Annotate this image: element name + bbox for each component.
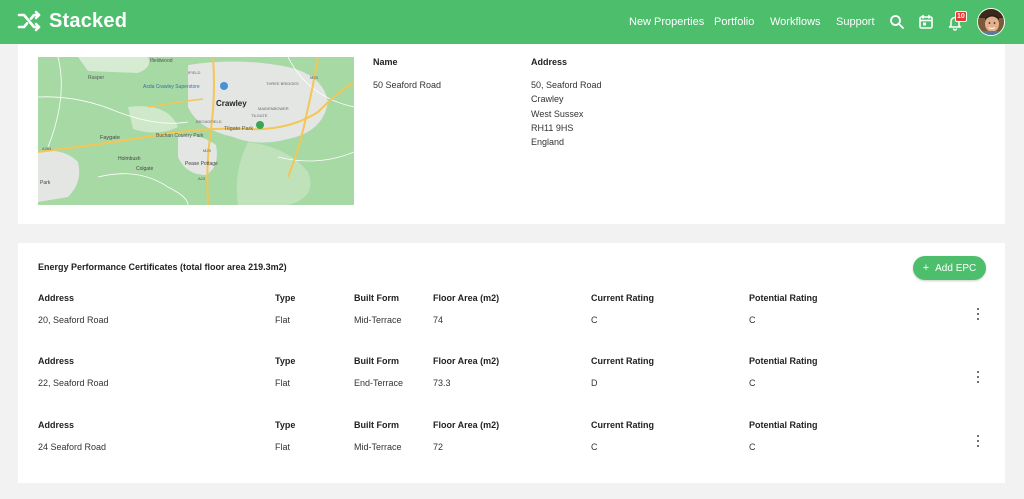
add-epc-label: Add EPC (935, 262, 977, 274)
address-line: RH11 9HS (531, 122, 574, 133)
col-header-built-form: Built Form (354, 356, 399, 366)
col-header-floor-area: Floor Area (m2) (433, 356, 500, 366)
nav-portfolio[interactable]: Portfolio (714, 16, 754, 28)
plus-icon: + (922, 262, 930, 274)
cell-potential-rating: C (749, 378, 756, 388)
map-label: Buchan Country Park (156, 133, 204, 139)
address-line: England (531, 137, 565, 148)
col-header-type: Type (275, 293, 296, 303)
map-label: Park (40, 180, 51, 186)
col-header-built-form: Built Form (354, 420, 399, 430)
map-label: BROADFIELD (196, 119, 222, 124)
map-label: Tilgate Park (224, 126, 253, 132)
col-header-built-form: Built Form (354, 293, 399, 303)
col-header-floor-area: Floor Area (m2) (433, 293, 500, 303)
kebab-menu-icon[interactable] (973, 434, 983, 448)
epc-row: Address Type Built Form Floor Area (m2) … (18, 356, 1005, 406)
map-label: IFIELD (188, 70, 201, 75)
cell-type: Flat (275, 442, 291, 452)
map-label: Holmbush (118, 156, 141, 162)
cell-type: Flat (275, 315, 291, 325)
shuffle-logo-icon (17, 10, 41, 32)
add-epc-button[interactable]: + Add EPC (913, 256, 986, 280)
address-label: Address (531, 57, 568, 67)
map-label: Ifieldwood (150, 58, 173, 64)
col-header-potential-rating: Potential Rating (749, 356, 818, 366)
col-header-address: Address (38, 293, 75, 303)
cell-floor-area: 73.3 (433, 378, 451, 388)
property-map[interactable]: Ifieldwood Rusper Asda Crawley Superstor… (38, 57, 354, 205)
calendar-icon[interactable] (917, 13, 935, 31)
notification-badge: 10 (955, 11, 967, 22)
name-label: Name (373, 57, 398, 67)
cell-address: 22, Seaford Road (38, 378, 109, 388)
cell-built-form: Mid-Terrace (354, 315, 402, 325)
top-navigation-bar: Stacked New Properties Portfolio Workflo… (0, 0, 1024, 44)
col-header-floor-area: Floor Area (m2) (433, 420, 500, 430)
brand-logo[interactable]: Stacked (17, 9, 127, 33)
cell-floor-area: 74 (433, 315, 444, 325)
col-header-type: Type (275, 420, 296, 430)
kebab-menu-icon[interactable] (973, 370, 983, 384)
address-block: 50, Seaford Road Crawley West Sussex RH1… (531, 78, 602, 149)
map-label: A264 (42, 146, 52, 151)
map-label: Colgate (136, 166, 153, 172)
map-label: THREE BRIDGES (266, 81, 299, 86)
property-name-value: 50 Seaford Road (373, 80, 442, 90)
epc-row: Address Type Built Form Floor Area (m2) … (18, 420, 1005, 470)
nav-workflows[interactable]: Workflows (770, 16, 821, 28)
address-line: Crawley (531, 94, 564, 105)
cell-current-rating: D (591, 378, 598, 388)
user-avatar[interactable] (977, 8, 1005, 36)
col-header-potential-rating: Potential Rating (749, 293, 818, 303)
brand-name: Stacked (49, 9, 128, 32)
epc-card: Energy Performance Certificates (total f… (18, 243, 1005, 483)
map-label: TILGATE (251, 113, 268, 118)
cell-floor-area: 72 (433, 442, 444, 452)
map-label: Pease Pottage (185, 161, 218, 167)
col-header-address: Address (38, 356, 75, 366)
map-label: M23 (203, 148, 212, 153)
col-header-address: Address (38, 420, 75, 430)
cell-current-rating: C (591, 315, 598, 325)
map-label: Faygate (100, 135, 120, 141)
col-header-current-rating: Current Rating (591, 420, 654, 430)
col-header-potential-rating: Potential Rating (749, 420, 818, 430)
map-label: Crawley (216, 99, 247, 108)
address-line: West Sussex (531, 108, 584, 119)
map-label: A23 (198, 176, 206, 181)
map-label: Rusper (88, 75, 104, 81)
kebab-menu-icon[interactable] (973, 307, 983, 321)
col-header-type: Type (275, 356, 296, 366)
nav-new-properties[interactable]: New Properties (629, 16, 704, 28)
property-details-card: Ifieldwood Rusper Asda Crawley Superstor… (18, 44, 1005, 224)
cell-address: 20, Seaford Road (38, 315, 109, 325)
nav-support[interactable]: Support (836, 16, 875, 28)
search-icon[interactable] (888, 13, 906, 31)
map-label: MAIDENBOWER (258, 106, 289, 111)
cell-type: Flat (275, 378, 291, 388)
cell-address: 24 Seaford Road (38, 442, 107, 452)
map-label: Asda Crawley Superstore (143, 84, 200, 90)
cell-built-form: Mid-Terrace (354, 442, 402, 452)
address-line: 50, Seaford Road (531, 80, 602, 90)
map-graphic: Ifieldwood Rusper Asda Crawley Superstor… (38, 57, 354, 205)
cell-built-form: End-Terrace (354, 378, 404, 388)
epc-row: Address Type Built Form Floor Area (m2) … (18, 293, 1005, 343)
cell-potential-rating: C (749, 315, 756, 325)
col-header-current-rating: Current Rating (591, 293, 654, 303)
epc-section-title: Energy Performance Certificates (total f… (38, 262, 287, 272)
col-header-current-rating: Current Rating (591, 356, 654, 366)
cell-current-rating: C (591, 442, 598, 452)
map-label: M23 (310, 75, 319, 80)
cell-potential-rating: C (749, 442, 756, 452)
